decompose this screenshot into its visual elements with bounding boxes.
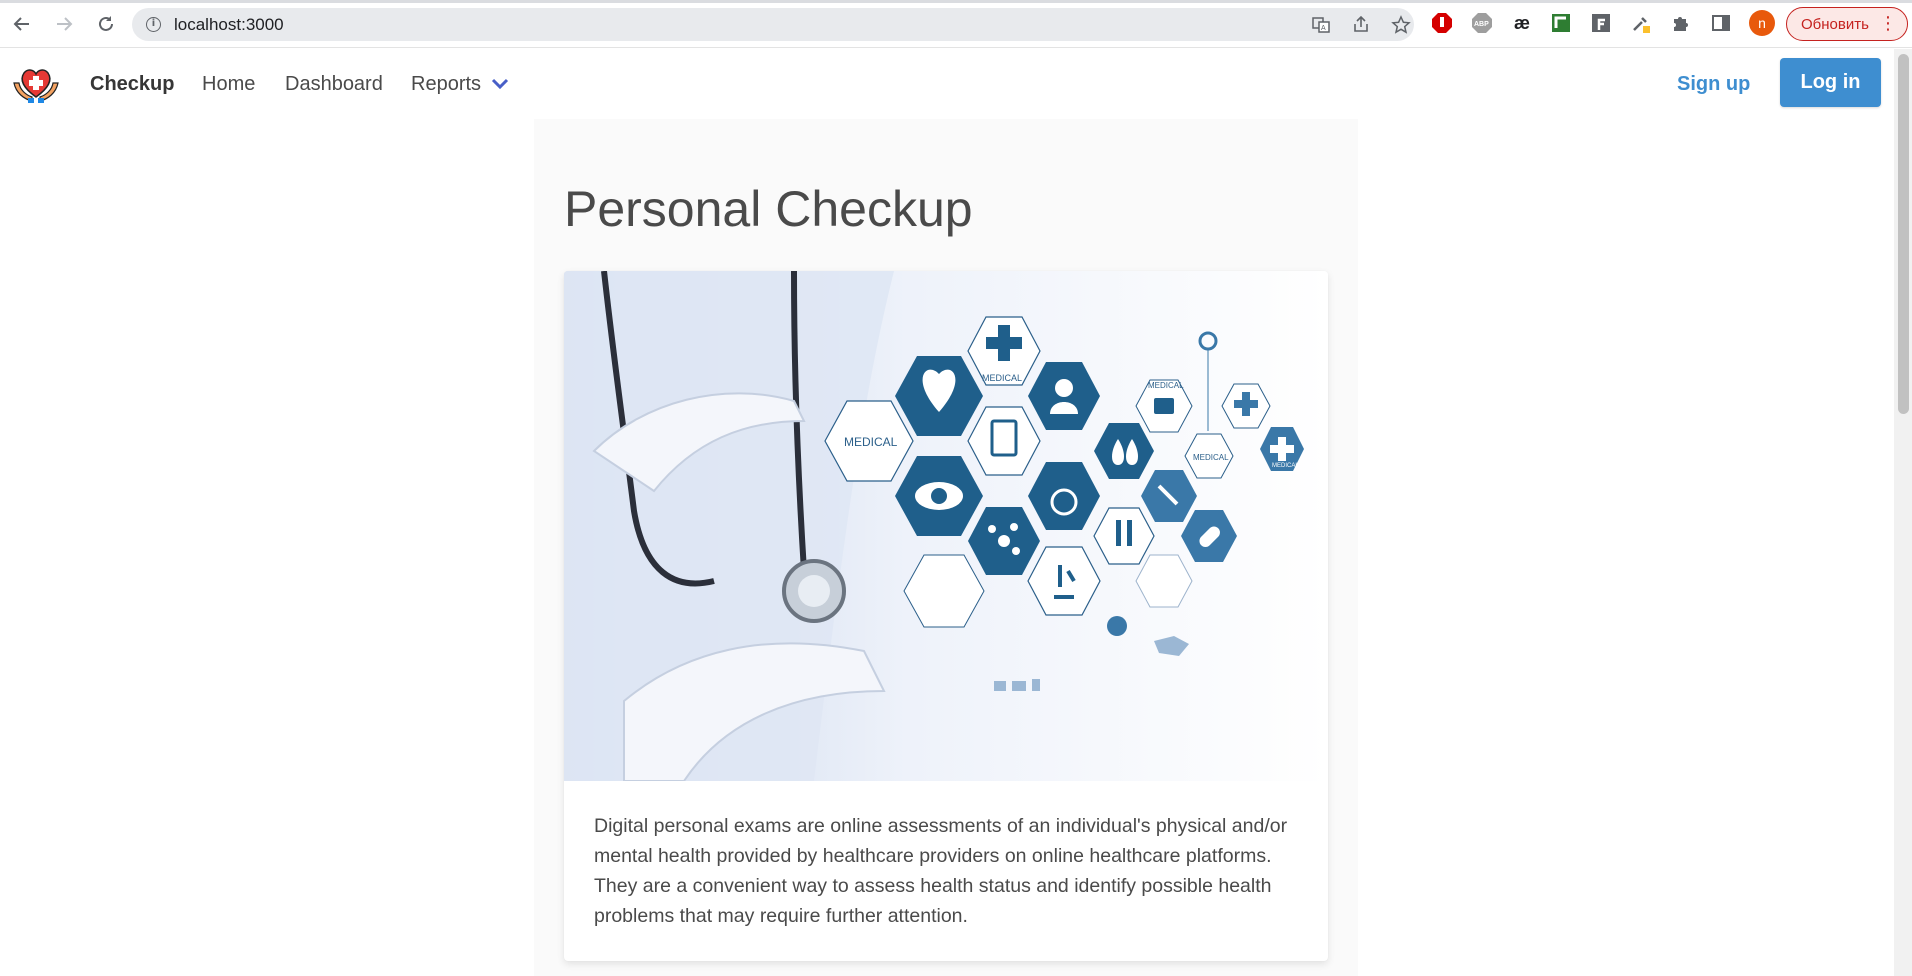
f-extension-icon[interactable] [1589, 11, 1613, 35]
app-navbar: Checkup Home Dashboard Reports Sign up L… [0, 49, 1894, 119]
update-button[interactable]: Обновить ⋮ [1786, 7, 1908, 41]
abp-icon[interactable]: ABP [1470, 11, 1494, 35]
page-scrollbar-thumb[interactable] [1898, 54, 1909, 414]
page-title: Personal Checkup [564, 181, 973, 237]
reload-icon[interactable] [92, 10, 120, 38]
bookmark-star-icon[interactable] [1390, 14, 1412, 36]
svg-text:ABP: ABP [1474, 21, 1489, 28]
tab-strip-edge [0, 0, 1912, 3]
signup-link[interactable]: Sign up [1677, 73, 1750, 96]
url-text: localhost:3000 [174, 15, 284, 34]
address-bar[interactable]: i localhost:3000 A [132, 8, 1414, 41]
brand-name[interactable]: Checkup [90, 73, 174, 96]
side-panel-icon[interactable] [1709, 11, 1733, 35]
share-icon[interactable] [1350, 14, 1372, 36]
profile-avatar[interactable]: n [1749, 10, 1775, 36]
extensions-puzzle-icon[interactable] [1669, 11, 1693, 35]
browser-chrome: i localhost:3000 A ABP æ n Обновить ⋮ [0, 0, 1912, 48]
hero-image: MEDICAL MEDICAL MEDICAL MEDICAL MEDICAL [564, 271, 1328, 781]
update-label: Обновить [1801, 15, 1869, 33]
login-button[interactable]: Log in [1780, 58, 1881, 107]
site-info-icon[interactable]: i [146, 17, 161, 32]
hex-medical-label: MEDICAL [844, 435, 898, 449]
back-arrow-icon[interactable] [8, 10, 36, 38]
checkup-card: MEDICAL MEDICAL MEDICAL MEDICAL MEDICAL [564, 271, 1328, 961]
hex-medical-label: MEDICAL [1272, 463, 1299, 469]
nav-home-link[interactable]: Home [202, 73, 255, 96]
adblock-stop-icon[interactable] [1430, 11, 1454, 35]
nav-reports-link[interactable]: Reports [411, 73, 481, 96]
menu-dots-icon[interactable]: ⋮ [1879, 14, 1897, 32]
hex-medical-label: MEDICAL [1193, 453, 1229, 462]
nav-dashboard-link[interactable]: Dashboard [285, 73, 383, 96]
card-description: Digital personal exams are online assess… [594, 815, 1288, 927]
checkup-logo-icon[interactable] [12, 63, 60, 103]
eyedropper-icon[interactable] [1629, 11, 1653, 35]
chevron-down-icon[interactable] [490, 77, 510, 91]
hex-medical-label: MEDICAL [982, 373, 1022, 383]
svg-text:A: A [1321, 25, 1326, 32]
forward-arrow-icon[interactable] [50, 10, 78, 38]
translate-icon[interactable]: A [1310, 14, 1332, 36]
ae-icon[interactable]: æ [1510, 11, 1534, 35]
hex-medical-label: MEDICAL [1148, 381, 1184, 390]
green-extension-icon[interactable] [1549, 11, 1573, 35]
